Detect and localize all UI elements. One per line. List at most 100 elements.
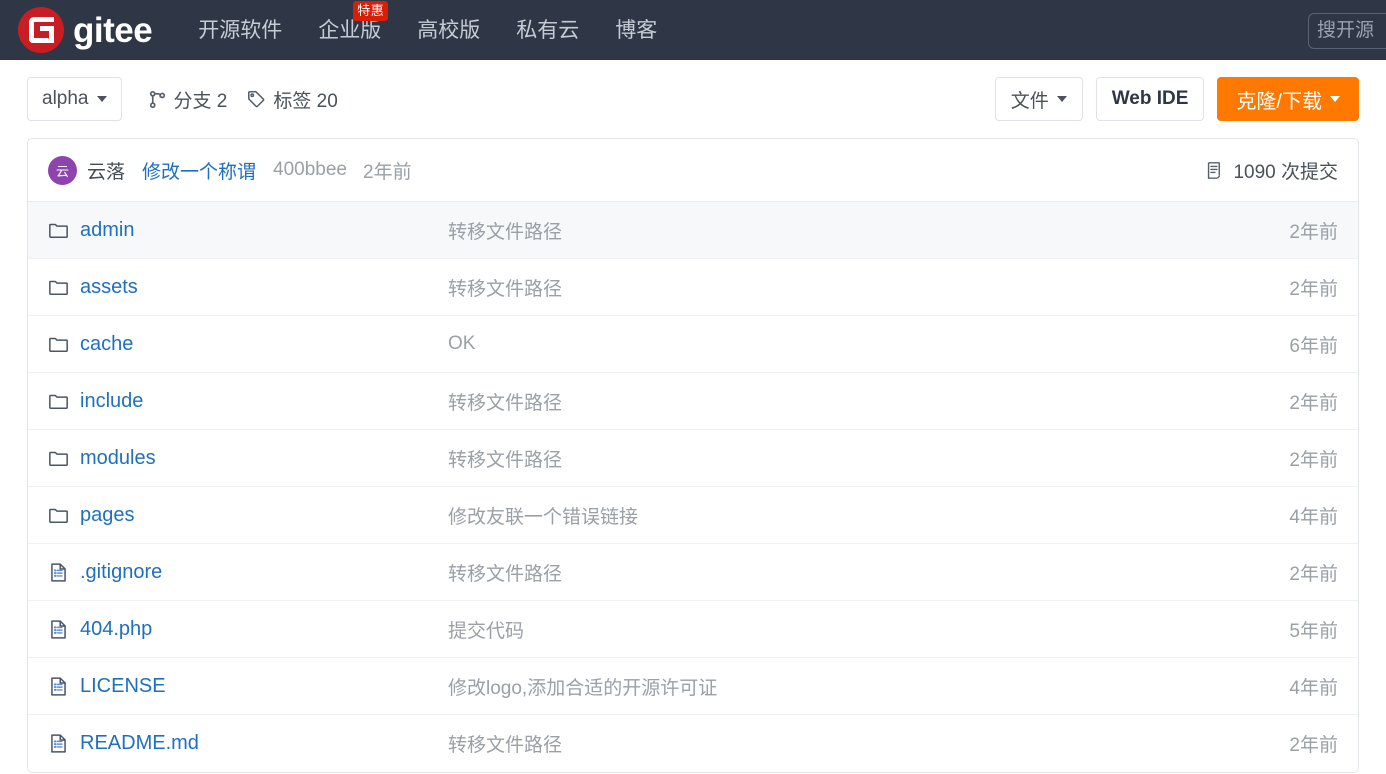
files-label: 文件 [1010,90,1049,112]
file-row[interactable]: modules 转移文件路径 2年前 [28,430,1358,487]
file-commit-message[interactable]: 转移文件路径 [448,559,1289,586]
repo-toolbar: alpha 分支 2 标签 20 文件 Web IDE 克隆/下载 [0,60,1386,138]
file-commit-time: 6年前 [1289,335,1338,357]
file-commit-message[interactable]: 转移文件路径 [448,388,1289,415]
file-row[interactable]: pages 修改友联一个错误链接 4年前 [28,487,1358,544]
commit-sha[interactable]: 400bbee [273,159,347,181]
branches-label: 分支 2 [173,90,228,112]
file-name-link[interactable]: cache [80,333,133,356]
avatar[interactable]: 云 [48,155,77,185]
file-commit-time: 2年前 [1289,221,1338,243]
file-row[interactable]: README.md 转移文件路径 2年前 [28,715,1358,772]
file-name-link[interactable]: admin [80,219,134,242]
search-container [1308,13,1386,49]
commit-time: 2年前 [363,161,412,183]
nav-label: 企业版 [318,18,382,42]
branch-icon [148,90,167,109]
files-dropdown-button[interactable]: 文件 [994,77,1083,121]
file-icon [48,562,69,583]
commit-author[interactable]: 云落 [87,157,125,184]
commit-count-link[interactable]: 1090 次提交 [1205,157,1338,184]
file-list: admin 转移文件路径 2年前 assets 转移文件路径 2年前 cache OK 6年前 i… [28,202,1358,772]
file-row[interactable]: LICENSE 修改logo,添加合适的开源许可证 4年前 [28,658,1358,715]
folder-icon [48,334,69,355]
file-name-link[interactable]: README.md [80,732,199,755]
file-name-link[interactable]: assets [80,276,138,299]
nav-item-education[interactable]: 高校版 [417,20,480,41]
file-row[interactable]: include 转移文件路径 2年前 [28,373,1358,430]
file-name-cell: README.md [48,732,448,755]
nav-label: 私有云 [516,18,580,42]
file-commit-time: 2年前 [1289,449,1338,471]
file-icon [48,733,69,754]
file-name-cell: modules [48,447,448,470]
search-input[interactable] [1308,13,1386,49]
file-commit-message[interactable]: 提交代码 [448,616,1289,643]
main-nav: 开源软件 特惠 企业版 高校版 私有云 博客 [198,0,657,60]
clone-label: 克隆/下载 [1236,90,1322,113]
clone-download-button[interactable]: 克隆/下载 [1217,77,1359,121]
web-ide-button[interactable]: Web IDE [1095,77,1205,121]
nav-item-enterprise[interactable]: 特惠 企业版 [318,0,389,42]
nav-label: 高校版 [417,18,481,42]
commit-count-label: 1090 次提交 [1233,161,1338,183]
branch-selector[interactable]: alpha [27,77,122,121]
file-commit-time: 2年前 [1289,735,1338,756]
file-row[interactable]: admin 转移文件路径 2年前 [28,202,1358,259]
file-icon [48,619,69,640]
file-row[interactable]: 404.php 提交代码 5年前 [28,601,1358,658]
file-commit-message[interactable]: OK [448,333,1289,355]
file-name-link[interactable]: LICENSE [80,675,166,698]
branches-link[interactable]: 分支 2 [148,86,228,113]
file-name-cell: admin [48,219,448,242]
tag-icon [247,90,266,109]
commit-message[interactable]: 修改一个称谓 [142,157,256,184]
file-name-link[interactable]: pages [80,504,135,527]
file-name-cell: assets [48,276,448,299]
file-commit-time: 4年前 [1289,677,1338,699]
branch-name: alpha [42,88,89,109]
file-icon [48,676,69,697]
nav-item-blog[interactable]: 博客 [615,20,657,41]
file-commit-message[interactable]: 转移文件路径 [448,445,1289,472]
file-commit-time: 2年前 [1289,392,1338,414]
chevron-down-icon [96,96,107,102]
file-commit-message[interactable]: 修改友联一个错误链接 [448,502,1289,529]
file-commit-time: 2年前 [1289,278,1338,300]
file-name-link[interactable]: include [80,390,143,413]
tags-link[interactable]: 标签 20 [247,86,338,113]
file-name-cell: LICENSE [48,675,448,698]
nav-label: 开源软件 [198,18,283,42]
chevron-down-icon [1056,96,1067,102]
file-name-cell: 404.php [48,618,448,641]
file-row[interactable]: cache OK 6年前 [28,316,1358,373]
folder-icon [48,391,69,412]
file-name-cell: cache [48,333,448,356]
file-commit-message[interactable]: 转移文件路径 [448,217,1289,244]
file-commit-message[interactable]: 转移文件路径 [448,274,1289,301]
gitee-g-logo-icon [18,7,64,53]
file-name-link[interactable]: modules [80,447,156,470]
file-commit-message[interactable]: 修改logo,添加合适的开源许可证 [448,673,1289,700]
site-header: gitee 开源软件 特惠 企业版 高校版 私有云 博客 [0,0,1386,60]
latest-commit-bar: 云 云落 修改一个称谓 400bbee 2年前 1090 次提交 [28,139,1358,202]
history-icon [1205,161,1224,180]
file-name-link[interactable]: 404.php [80,618,152,641]
file-name-cell: .gitignore [48,561,448,584]
file-name-link[interactable]: .gitignore [80,561,162,584]
nav-label: 博客 [615,18,658,42]
repo-file-panel: 云 云落 修改一个称谓 400bbee 2年前 1090 次提交 admin 转移… [27,138,1359,773]
file-commit-message[interactable]: 转移文件路径 [448,730,1289,757]
gitee-logo[interactable]: gitee [18,7,153,53]
chevron-down-icon [1330,96,1340,102]
nav-item-opensource[interactable]: 开源软件 [198,20,282,41]
file-commit-time: 2年前 [1289,563,1338,585]
nav-item-private-cloud[interactable]: 私有云 [516,20,579,41]
folder-icon [48,448,69,469]
file-row[interactable]: assets 转移文件路径 2年前 [28,259,1358,316]
promo-badge: 特惠 [353,0,389,21]
folder-icon [48,220,69,241]
file-commit-time: 5年前 [1289,620,1338,642]
repo-meta-links: 分支 2 标签 20 [148,86,338,113]
file-row[interactable]: .gitignore 转移文件路径 2年前 [28,544,1358,601]
